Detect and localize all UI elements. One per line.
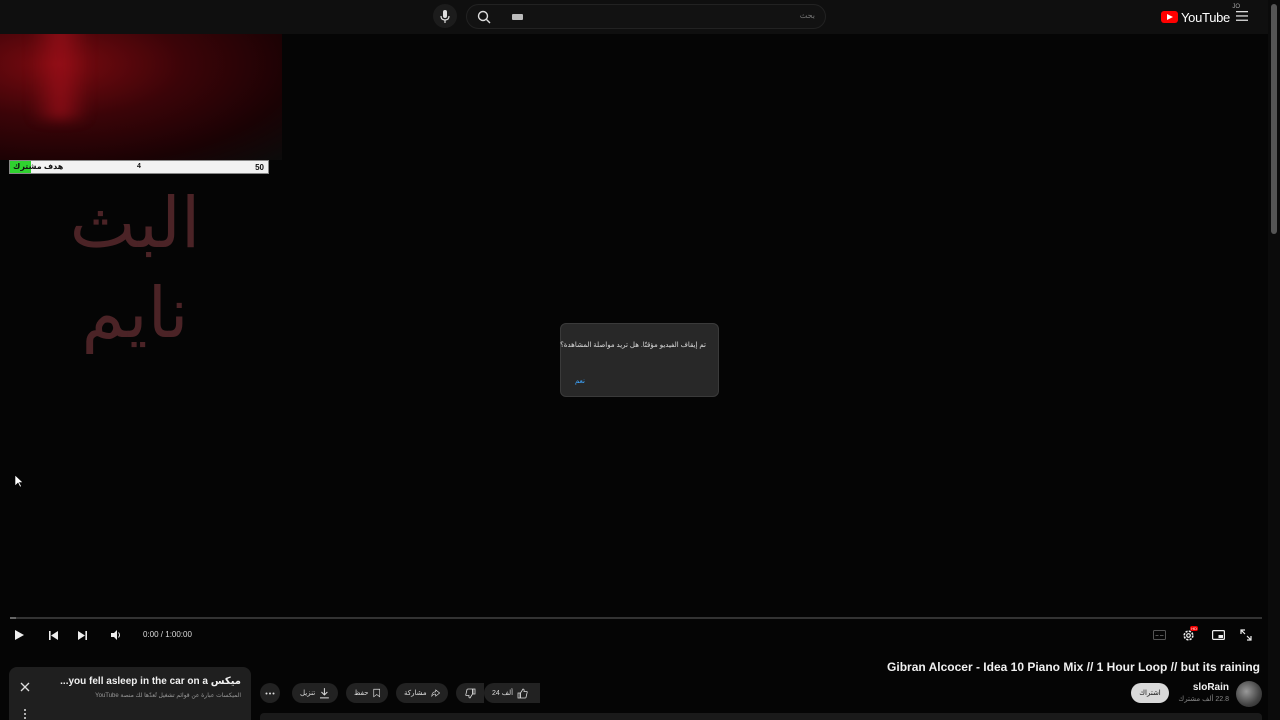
download-button[interactable]: تنزيل xyxy=(292,683,338,703)
like-icon xyxy=(517,688,528,698)
progress-played xyxy=(10,617,16,619)
goal-current: 4 xyxy=(137,163,141,170)
previous-button[interactable] xyxy=(45,627,61,643)
kebab-icon[interactable] xyxy=(23,708,27,720)
share-icon xyxy=(431,689,440,698)
hd-badge: HD xyxy=(1190,626,1198,631)
more-actions-button[interactable] xyxy=(260,683,280,703)
dislike-button[interactable] xyxy=(456,683,484,703)
player-controls: 0:00 / 1:00:00 HD xyxy=(0,622,1268,648)
mix-title[interactable]: ميكس you fell asleep in the car on a... xyxy=(60,676,241,687)
download-icon xyxy=(320,688,330,699)
video-progress-bar[interactable] xyxy=(10,617,1262,619)
volume-icon xyxy=(111,630,120,640)
masthead: YouTube JO xyxy=(0,0,1268,34)
more-icon xyxy=(265,692,275,694)
subtitles-button[interactable] xyxy=(1151,627,1167,643)
dislike-icon xyxy=(464,688,475,698)
goal-target: 50 xyxy=(255,163,264,172)
fullscreen-icon xyxy=(1240,629,1252,641)
miniplayer-button[interactable] xyxy=(1210,627,1226,643)
time-display: 0:00 / 1:00:00 xyxy=(143,630,192,639)
close-icon[interactable] xyxy=(19,681,31,693)
save-icon xyxy=(372,688,380,698)
save-button[interactable]: حفظ xyxy=(346,683,388,703)
scrollbar-thumb[interactable] xyxy=(1271,4,1277,234)
share-label: مشاركة xyxy=(404,690,427,697)
youtube-logo[interactable]: YouTube JO xyxy=(1161,4,1240,28)
menu-icon[interactable] xyxy=(1236,10,1248,22)
video-title: Gibran Alcocer - Idea 10 Piano Mix // 1 … xyxy=(887,660,1260,674)
dialog-message: تم إيقاف الفيديو مؤقتًا. هل تريد مواصلة … xyxy=(560,342,706,349)
subtitles-icon xyxy=(1152,630,1166,640)
still-watching-dialog: تم إيقاف الفيديو مؤقتًا. هل تريد مواصلة … xyxy=(560,323,719,397)
play-button[interactable] xyxy=(11,627,27,643)
voice-search-button[interactable] xyxy=(433,4,457,28)
like-button[interactable]: 24 ألف xyxy=(484,683,540,703)
stream-sleeping-text: البث نايم xyxy=(69,182,203,354)
subscriber-goal-bar: هدف مشترك 4 50 xyxy=(9,160,269,174)
like-count: 24 ألف xyxy=(492,690,514,697)
previous-icon xyxy=(48,630,58,640)
search-box[interactable] xyxy=(466,4,826,29)
mix-subtitle: الميكسات عبارة عن قوائم تشغيل تُعدّها لك… xyxy=(95,693,241,699)
share-button[interactable]: مشاركة xyxy=(396,683,448,703)
play-icon xyxy=(15,630,24,640)
page: هدف مشترك 4 50 البث نايم YouTube JO تم إ… xyxy=(0,0,1280,720)
miniplayer-icon xyxy=(1211,630,1225,640)
next-button[interactable] xyxy=(74,627,90,643)
search-icon[interactable] xyxy=(477,10,491,24)
save-label: حفظ xyxy=(354,690,369,697)
mic-icon xyxy=(440,9,450,23)
download-label: تنزيل xyxy=(300,690,316,697)
logo-text: YouTube xyxy=(1181,9,1230,25)
mouse-cursor-icon xyxy=(14,474,24,488)
youtube-logo-icon xyxy=(1161,11,1178,23)
mix-playlist-card[interactable]: ميكس you fell asleep in the car on a... … xyxy=(9,667,251,720)
goal-label: هدف مشترك xyxy=(13,162,64,171)
search-input[interactable] xyxy=(565,11,815,20)
next-icon xyxy=(77,630,87,640)
continue-watching-button[interactable]: نعم xyxy=(575,377,585,385)
fullscreen-button[interactable] xyxy=(1238,627,1254,643)
keyboard-icon[interactable] xyxy=(512,14,523,20)
page-scrollbar[interactable] xyxy=(1268,0,1280,720)
settings-button[interactable]: HD xyxy=(1180,626,1198,643)
description-box-edge xyxy=(260,713,1262,720)
volume-button[interactable] xyxy=(108,627,124,643)
